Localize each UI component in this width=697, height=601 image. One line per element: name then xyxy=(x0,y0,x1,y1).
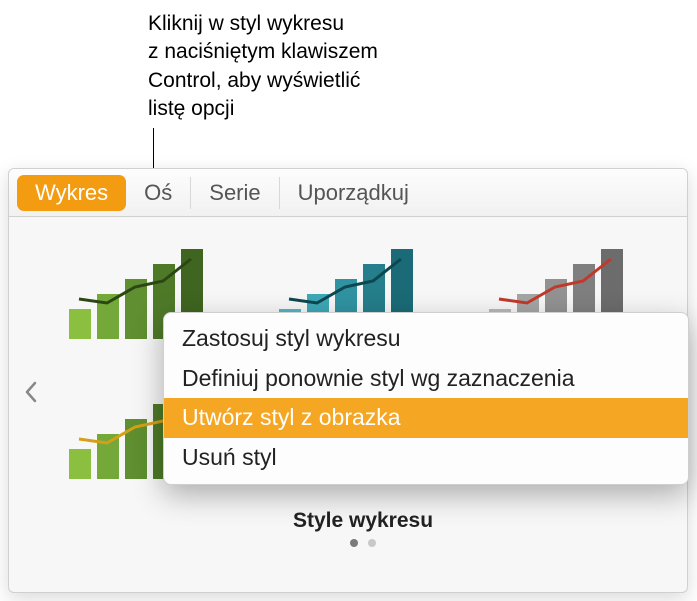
context-menu: Zastosuj styl wykresu Definiuj ponownie … xyxy=(163,312,689,485)
callout-text: Kliknij w styl wykresu z naciśniętym kla… xyxy=(148,10,378,123)
nav-left-button[interactable] xyxy=(19,372,43,412)
tab-arrange[interactable]: Uporządkuj xyxy=(280,177,427,209)
menu-item-create-style[interactable]: Utwórz styl z obrazka xyxy=(164,398,688,438)
chevron-left-icon xyxy=(24,381,38,403)
pager xyxy=(59,539,667,547)
section-title: Style wykresu xyxy=(59,509,667,533)
tab-chart[interactable]: Wykres xyxy=(17,175,126,211)
pager-dot[interactable] xyxy=(368,539,376,547)
pager-dot[interactable] xyxy=(350,539,358,547)
menu-item-redefine-style[interactable]: Definiuj ponownie styl wg zaznaczenia xyxy=(164,359,688,399)
menu-item-apply-style[interactable]: Zastosuj styl wykresu xyxy=(164,319,688,359)
tab-series[interactable]: Serie xyxy=(191,177,279,209)
menu-item-delete-style[interactable]: Usuń styl xyxy=(164,438,688,478)
tab-bar: Wykres Oś Serie Uporządkuj xyxy=(9,169,687,217)
tab-axis[interactable]: Oś xyxy=(126,177,191,209)
